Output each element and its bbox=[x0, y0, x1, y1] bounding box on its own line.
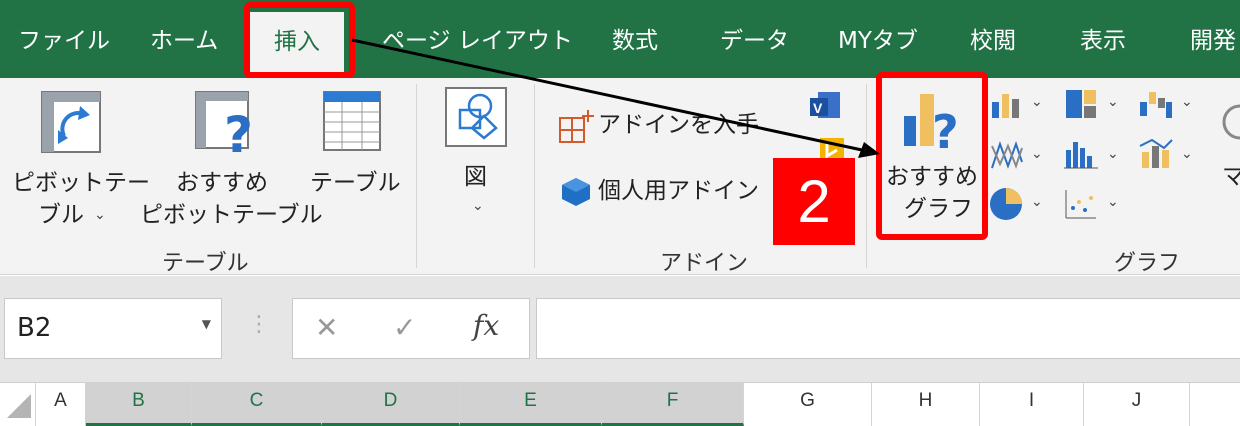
name-box[interactable]: B2 ▼ bbox=[4, 298, 222, 359]
column-header-a[interactable]: A bbox=[36, 383, 86, 426]
column-header-i[interactable]: I bbox=[980, 383, 1084, 426]
cancel-icon[interactable]: ✕ bbox=[315, 311, 338, 344]
select-all-corner[interactable] bbox=[0, 383, 36, 426]
column-header-g[interactable]: G bbox=[744, 383, 872, 426]
formula-input[interactable] bbox=[536, 298, 1240, 359]
formula-bar: B2 ▼ ⋮ ✕ ✓ fx bbox=[0, 276, 1240, 382]
formula-buttons: ✕ ✓ fx bbox=[292, 298, 530, 359]
chevron-down-icon[interactable]: ▼ bbox=[202, 317, 211, 331]
column-header-j[interactable]: J bbox=[1084, 383, 1190, 426]
column-header-e[interactable]: E bbox=[460, 383, 602, 426]
column-header-c[interactable]: C bbox=[192, 383, 322, 426]
insert-function-icon[interactable]: fx bbox=[473, 309, 499, 342]
column-headers: A B C D E F G H I J bbox=[0, 382, 1240, 426]
column-header-f[interactable]: F bbox=[602, 383, 744, 426]
column-header-d[interactable]: D bbox=[322, 383, 460, 426]
formula-bar-grip: ⋮ bbox=[248, 312, 270, 337]
column-header-h[interactable]: H bbox=[872, 383, 980, 426]
enter-icon[interactable]: ✓ bbox=[393, 311, 416, 344]
name-box-value: B2 bbox=[17, 313, 52, 343]
column-header-b[interactable]: B bbox=[86, 383, 192, 426]
